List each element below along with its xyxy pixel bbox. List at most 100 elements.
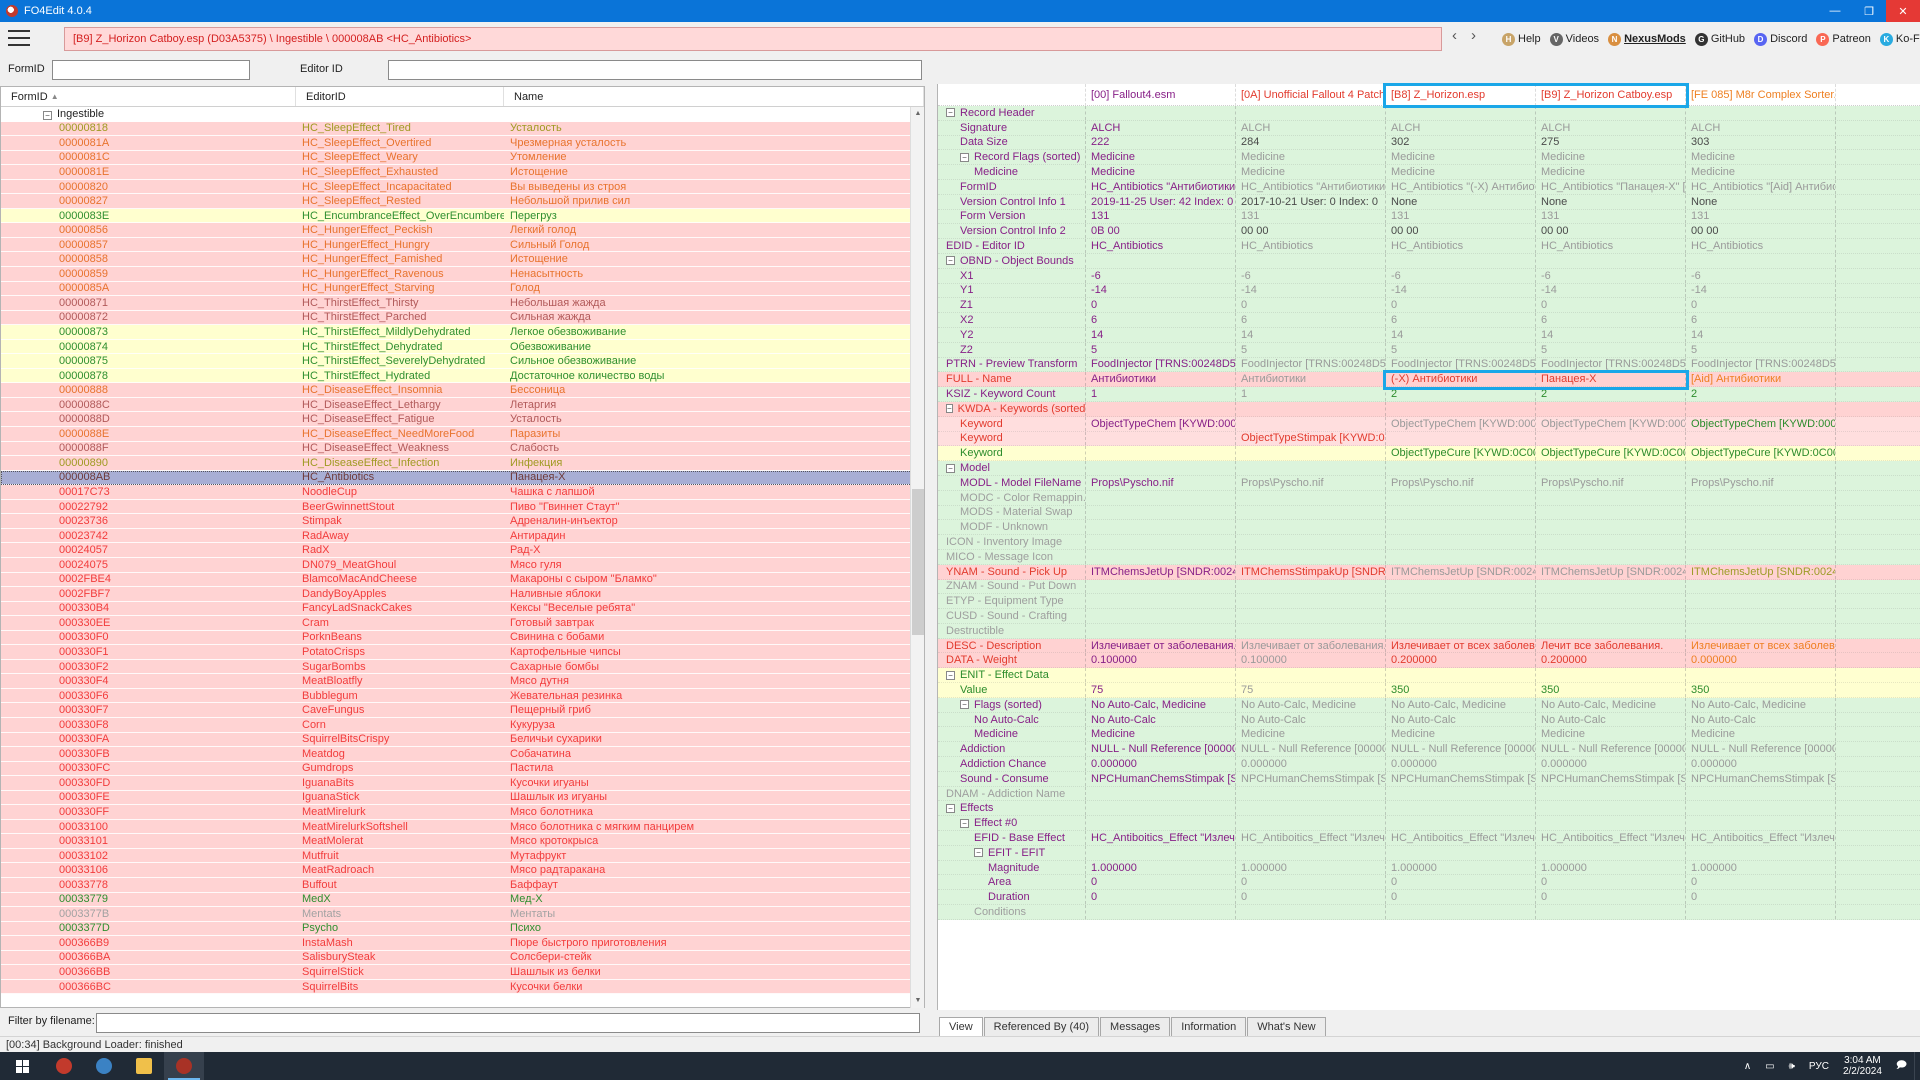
table-row[interactable]: 00000820HC_SleepEffect_IncapacitatedВы в… [1,180,924,195]
collapse-icon[interactable]: − [946,671,955,680]
field-row[interactable]: MICO - Message Icon [938,550,1920,565]
link-help[interactable]: HHelp [1502,33,1541,46]
table-row[interactable]: 0000088EHC_DiseaseEffect_NeedMoreFoodПар… [1,427,924,442]
tree-scrollbar[interactable]: ▲ ▼ [910,107,924,1008]
nav-back-button[interactable]: ‹ [1452,27,1457,44]
field-row[interactable]: MedicineMedicineMedicineMedicineMedicine… [938,165,1920,180]
field-row[interactable]: EDID - Editor IDHC_AntibioticsHC_Antibio… [938,239,1920,254]
field-row[interactable]: KeywordObjectTypeStimpak [KYWD:000F... [938,432,1920,447]
field-row[interactable]: Form Version131131131131131 [938,210,1920,225]
table-row[interactable]: 00033102MutfruitМутафрукт [1,849,924,864]
plugin-column-header[interactable]: [0A] Unofficial Fallout 4 Patch.esp [1236,84,1386,106]
field-row[interactable]: Conditions [938,905,1920,920]
tab-information[interactable]: Information [1171,1017,1246,1036]
table-row[interactable]: 0000085AHC_HungerEffect_StarvingГолод [1,282,924,297]
table-row[interactable]: 0000081EHC_SleepEffect_ExhaustedИстощени… [1,165,924,180]
tab-view[interactable]: View [939,1017,983,1037]
fo4edit-launcher-taskbar-button[interactable] [44,1052,84,1080]
table-row[interactable]: 00033100MeatMirelurkSoftshellМясо болотн… [1,820,924,835]
collapse-icon[interactable]: − [960,153,969,162]
table-row[interactable]: 0000081AHC_SleepEffect_OvertiredЧрезмерн… [1,136,924,151]
editorid-input[interactable] [388,60,922,80]
table-row[interactable]: 00000818HC_SleepEffect_TiredУсталость [1,122,924,137]
field-row[interactable]: Sound - ConsumeNPCHumanChemsStimpak [SN.… [938,772,1920,787]
table-row[interactable]: 00023742RadAwayАнтирадин [1,529,924,544]
table-row[interactable]: 000330F6BubblegumЖевательная резинка [1,689,924,704]
breadcrumb[interactable]: [B9] Z_Horizon Catboy.esp (D03A5375) \ I… [64,27,1442,51]
field-row[interactable]: KeywordObjectTypeChem [KYWD:000F4A...Obj… [938,417,1920,432]
field-row[interactable]: −Record Flags (sorted)MedicineMedicineMe… [938,150,1920,165]
table-row[interactable]: 000330FDIguanaBitsКусочки игуаны [1,776,924,791]
table-row[interactable]: 000330F8CornКукуруза [1,718,924,733]
table-row[interactable]: 0000083EHC_EncumbranceEffect_OverEncumbe… [1,209,924,224]
plugin-column-header[interactable]: [00] Fallout4.esm [1086,84,1236,106]
tab-messages[interactable]: Messages [1100,1017,1170,1036]
field-row[interactable]: DNAM - Addiction Name [938,787,1920,802]
nav-forward-button[interactable]: › [1471,27,1476,44]
table-row[interactable]: 000330FASquirrelBitsCrispyБеличьи сухари… [1,733,924,748]
table-row[interactable]: 000330F2SugarBombsСахарные бомбы [1,660,924,675]
table-row[interactable]: 00033106MeatRadroachМясо радтаракана [1,863,924,878]
file-explorer-taskbar-button[interactable] [124,1052,164,1080]
table-row[interactable]: 000330FBMeatdogСобачатина [1,747,924,762]
field-row[interactable]: FormIDHC_Antibiotics "Антибиотики" [...H… [938,180,1920,195]
collapse-icon[interactable]: − [960,819,969,828]
field-row[interactable]: −OBND - Object Bounds [938,254,1920,269]
field-row[interactable]: −Model [938,461,1920,476]
scroll-up-icon[interactable]: ▲ [911,107,925,121]
table-row[interactable]: 000366BCSquirrelBitsКусочки белки [1,980,924,995]
table-row[interactable]: 00023736StimpakАдреналин-инъектор [1,514,924,529]
table-row[interactable]: 00024075DN079_MeatGhoulМясо гуля [1,558,924,573]
field-row[interactable]: −Effect #0 [938,816,1920,831]
plugin-column-header[interactable]: [B8] Z_Horizon.esp [1386,84,1536,106]
collapse-icon[interactable]: − [43,111,52,120]
table-row[interactable]: 000330F0PorknBeansСвинина с бобами [1,631,924,646]
field-row[interactable]: Value7575350350350 [938,683,1920,698]
field-row[interactable]: Magnitude1.0000001.0000001.0000001.00000… [938,861,1920,876]
table-row[interactable]: 0000088CHC_DiseaseEffect_LethargyЛетарги… [1,398,924,413]
menu-icon[interactable] [8,30,30,46]
field-row[interactable]: Data Size222284302275303 [938,136,1920,151]
table-row[interactable]: 000330FFMeatMirelurkМясо болотника [1,805,924,820]
table-row[interactable]: 00000827HC_SleepEffect_RestedНебольшой п… [1,194,924,209]
column-header-editorid[interactable]: EditorID [296,87,504,106]
filter-by-filename-input[interactable] [96,1013,920,1033]
hidden-icons-chevron[interactable]: ∧ [1737,1052,1758,1080]
formid-input[interactable] [52,60,250,80]
table-row[interactable]: 0000081CHC_SleepEffect_WearyУтомление [1,151,924,166]
table-row[interactable]: 00033778BuffoutБаффаут [1,878,924,893]
table-row[interactable]: 000330EECramГотовый завтрак [1,616,924,631]
link-discord[interactable]: DDiscord [1754,33,1807,46]
table-row[interactable]: 00000871HC_ThirstEffect_ThirstyНебольшая… [1,296,924,311]
steam-taskbar-button[interactable] [84,1052,124,1080]
table-row[interactable]: 00033101MeatMoleratМясо кротокрыса [1,834,924,849]
table-row[interactable]: 000330F1PotatoCrispsКартофельные чипсы [1,645,924,660]
field-row[interactable]: −ENIT - Effect Data [938,668,1920,683]
table-row[interactable]: 0002FBF7DandyBoyApplesНаливные яблоки [1,587,924,602]
field-row[interactable]: MedicineMedicineMedicineMedicineMedicine… [938,727,1920,742]
table-row[interactable]: 00033779MedXМед-X [1,893,924,908]
link-github[interactable]: GGitHub [1695,33,1745,46]
field-row[interactable]: Y21414141414 [938,328,1920,343]
close-button[interactable]: ✕ [1886,0,1920,22]
table-row[interactable]: 000366BBSquirrelStickШашлык из белки [1,965,924,980]
table-row[interactable]: 00000872HC_ThirstEffect_ParchedСильная ж… [1,311,924,326]
field-row[interactable]: PTRN - Preview TransformFoodInjector [TR… [938,358,1920,373]
field-row[interactable]: Version Control Info 12019-11-25 User: 4… [938,195,1920,210]
column-header-formid[interactable]: FormID ▲ [1,87,296,106]
scrollbar-thumb[interactable] [912,489,924,635]
field-row[interactable]: −Record Header [938,106,1920,121]
start-button[interactable] [0,1052,44,1080]
table-row[interactable]: 00000890HC_DiseaseEffect_InfectionИнфекц… [1,456,924,471]
table-row[interactable]: 000366B9InstaMashПюре быстрого приготовл… [1,936,924,951]
minimize-button[interactable]: — [1818,0,1852,22]
field-row[interactable]: −KWDA - Keywords (sorted) [938,402,1920,417]
table-row[interactable]: 00000859HC_HungerEffect_RavenousНенасытн… [1,267,924,282]
collapse-icon[interactable]: − [946,804,955,813]
field-row[interactable]: X1-6-6-6-6-6 [938,269,1920,284]
table-row[interactable]: 00000874HC_ThirstEffect_DehydratedОбезво… [1,340,924,355]
field-row[interactable]: Area00000 [938,875,1920,890]
table-row[interactable]: 0002FBE4BlamcoMacAndCheeseМакароны с сыр… [1,573,924,588]
field-row[interactable]: Z255555 [938,343,1920,358]
taskbar-clock[interactable]: 3:04 AM 2/2/2024 [1836,1052,1889,1080]
